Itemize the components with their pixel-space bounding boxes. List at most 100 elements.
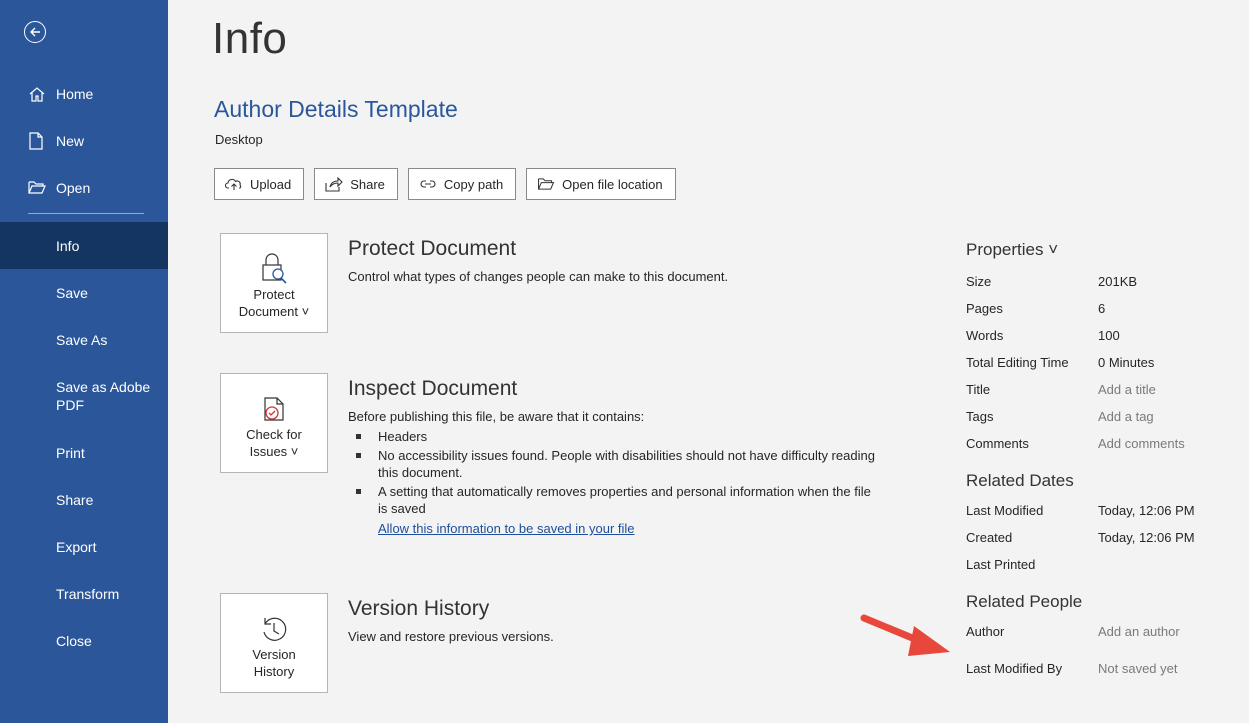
people-row-last-modified-by: Last Modified By Not saved yet — [966, 655, 1236, 682]
sidebar-item-share[interactable]: Share — [0, 476, 168, 523]
add-author-field[interactable]: Add an author — [1098, 624, 1180, 639]
property-row-words: Words 100 — [966, 322, 1236, 349]
date-row-last-printed: Last Printed — [966, 551, 1236, 578]
property-value: 100 — [1098, 328, 1120, 343]
property-key: Created — [966, 530, 1013, 545]
property-value: Today, 12:06 PM — [1098, 503, 1195, 518]
sidebar-item-transform[interactable]: Transform — [0, 570, 168, 617]
sidebar-item-label: Info — [56, 237, 80, 254]
protect-document-button[interactable]: Protect Document ˅ — [220, 233, 328, 333]
list-item: Headers — [348, 428, 878, 445]
property-key: Last Printed — [966, 557, 1036, 572]
upload-label: Upload — [250, 176, 292, 192]
properties-heading[interactable]: Properties ˅ — [966, 240, 1236, 260]
protect-title: Protect Document — [348, 237, 517, 260]
sidebar-item-print[interactable]: Print — [0, 429, 168, 476]
version-history-label: Version — [252, 647, 296, 662]
property-row-comments: Comments Add comments — [966, 430, 1236, 457]
sidebar-item-label: Save as Adobe PDF — [56, 379, 151, 413]
check-issues-label: Check for — [246, 427, 302, 442]
properties-panel: Properties ˅ Size 201KB Pages 6 Words 100 T… — [966, 240, 1236, 682]
list-item: No accessibility issues found. People wi… — [348, 447, 878, 481]
inspect-description: Before publishing this file, be aware th… — [348, 409, 645, 424]
back-arrow-icon[interactable] — [24, 21, 46, 43]
sidebar-item-label: Save — [56, 284, 88, 301]
date-row-last-modified: Last Modified Today, 12:06 PM — [966, 497, 1236, 524]
protect-button-label-2: Document ˅ — [238, 304, 310, 319]
sidebar-item-save[interactable]: Save — [0, 269, 168, 316]
sidebar-item-label: Share — [56, 491, 94, 508]
sidebar-item-save-as[interactable]: Save As — [0, 316, 168, 363]
sidebar-item-new[interactable]: New — [0, 117, 168, 164]
sidebar-item-label: Home — [56, 85, 94, 102]
comments-field[interactable]: Add comments — [1098, 436, 1185, 451]
open-folder-icon — [28, 179, 48, 197]
sidebar-item-close[interactable]: Close — [0, 617, 168, 664]
sidebar-item-info[interactable]: Info — [0, 222, 168, 269]
backstage-sidebar: Home New Open Info Save Save As Save as … — [0, 0, 168, 723]
property-key: Pages — [966, 301, 1003, 316]
protect-description: Control what types of changes people can… — [348, 269, 729, 284]
property-value: 0 Minutes — [1098, 355, 1155, 370]
property-key: Comments — [966, 436, 1029, 451]
property-key: Title — [966, 382, 991, 397]
people-row-author: Author Add an author — [966, 618, 1236, 645]
copy-path-label: Copy path — [443, 176, 504, 192]
annotation-arrow-icon — [860, 614, 950, 656]
property-row-tags: Tags Add a tag — [966, 403, 1236, 430]
check-document-icon — [264, 397, 284, 421]
share-button[interactable]: Share — [314, 168, 398, 200]
sidebar-item-label: New — [56, 132, 85, 149]
inspect-title: Inspect Document — [348, 377, 518, 400]
sidebar-item-label: Save As — [56, 331, 108, 348]
sidebar-item-open[interactable]: Open — [0, 164, 168, 211]
allow-info-saved-link[interactable]: Allow this information to be saved in yo… — [378, 521, 635, 536]
property-key: Total Editing Time — [966, 355, 1069, 370]
sidebar-item-label: Close — [56, 632, 92, 649]
version-title: Version History — [348, 597, 490, 620]
sidebar-item-export[interactable]: Export — [0, 523, 168, 570]
sidebar-item-label: Open — [56, 179, 91, 196]
lock-icon — [262, 253, 287, 284]
property-value: 201KB — [1098, 274, 1138, 289]
document-location: Desktop — [215, 132, 263, 147]
open-file-location-button[interactable]: Open file location — [526, 168, 676, 200]
property-key: Words — [966, 328, 1004, 343]
home-icon — [28, 85, 48, 103]
check-for-issues-button[interactable]: Check for Issues ˅ — [220, 373, 328, 473]
tags-field[interactable]: Add a tag — [1098, 409, 1154, 424]
open-folder-icon — [538, 178, 555, 190]
property-key: Author — [966, 624, 1005, 639]
version-history-button[interactable]: Version History — [220, 593, 328, 693]
property-key: Last Modified By — [966, 661, 1063, 676]
list-item: A setting that automatically removes pro… — [348, 483, 878, 517]
version-history-label-2: History — [253, 664, 295, 679]
history-clock-icon — [263, 617, 287, 641]
date-row-created: Created Today, 12:06 PM — [966, 524, 1236, 551]
copy-path-button[interactable]: Copy path — [407, 168, 517, 200]
upload-button[interactable]: Upload — [214, 168, 305, 200]
sidebar-divider — [28, 213, 144, 214]
info-pane: Info Author Details Template Desktop Upl… — [168, 0, 1249, 723]
sidebar-item-home[interactable]: Home — [0, 70, 168, 117]
link-icon — [420, 180, 436, 188]
new-document-icon — [28, 131, 48, 150]
property-row-editing-time: Total Editing Time 0 Minutes — [966, 349, 1236, 376]
check-issues-label-2: Issues ˅ — [249, 444, 299, 459]
property-key: Size — [966, 274, 992, 289]
property-row-title: Title Add a title — [966, 376, 1236, 403]
property-value: Not saved yet — [1098, 661, 1178, 676]
sidebar-item-save-as-adobe-pdf[interactable]: Save as Adobe PDF — [0, 363, 168, 429]
share-icon — [325, 176, 343, 192]
related-people-heading: Related People — [966, 592, 1083, 611]
version-description: View and restore previous versions. — [348, 629, 554, 644]
property-row-pages: Pages 6 — [966, 295, 1236, 322]
share-label: Share — [350, 176, 385, 192]
related-dates-heading: Related Dates — [966, 471, 1074, 490]
file-actions-toolbar: Upload Share Copy path Open file locatio… — [214, 168, 676, 200]
property-value: 6 — [1098, 301, 1106, 316]
title-field[interactable]: Add a title — [1098, 382, 1156, 397]
page-title: Info — [212, 14, 288, 63]
protect-button-label: Protect — [253, 287, 295, 302]
sidebar-item-label: Transform — [56, 585, 120, 602]
